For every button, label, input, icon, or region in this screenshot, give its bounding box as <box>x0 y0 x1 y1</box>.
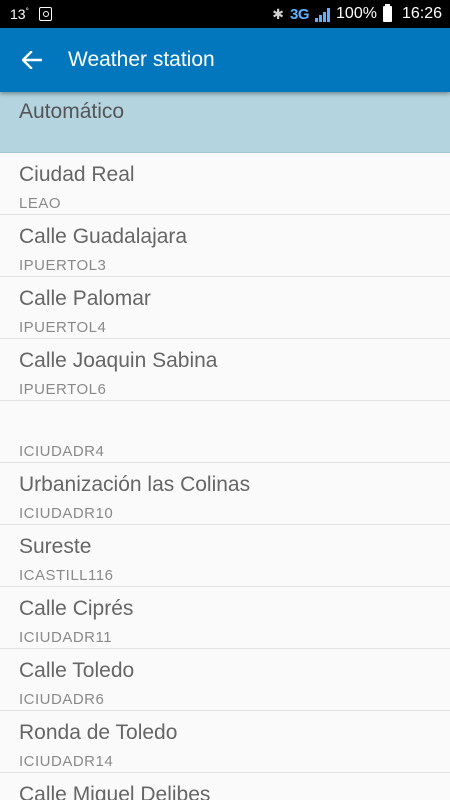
station-code: IPUERTOL6 <box>19 381 107 398</box>
arrow-back-icon <box>22 51 42 69</box>
list-item[interactable]: Calle Joaquin Sabina IPUERTOL6 <box>0 339 450 401</box>
bluetooth-icon: ✱ <box>272 5 285 22</box>
temperature-value: 13 <box>10 6 26 22</box>
network-type: 3G <box>290 5 310 23</box>
station-name <box>19 409 450 437</box>
automatic-option[interactable]: Automático <box>0 92 450 153</box>
station-code: IPUERTOL3 <box>19 257 107 274</box>
station-code: IPUERTOL4 <box>19 319 107 336</box>
list-item[interactable]: ICIUDADR4 <box>0 401 450 463</box>
list-item[interactable]: Urbanización las Colinas ICIUDADR10 <box>0 463 450 525</box>
app-bar: Weather station <box>0 28 450 92</box>
station-name: Sureste <box>19 535 92 558</box>
list-item[interactable]: Sureste ICASTILL116 <box>0 525 450 587</box>
list-item[interactable]: Calle Palomar IPUERTOL4 <box>0 277 450 339</box>
list-item[interactable]: Calle Miguel Delibes <box>0 773 450 800</box>
battery-percentage: 100% <box>336 5 377 22</box>
clock: 16:26 <box>401 5 442 22</box>
signal-icon <box>315 6 331 22</box>
station-code: ICIUDADR11 <box>19 629 113 646</box>
station-name: Calle Palomar <box>19 287 151 310</box>
back-button[interactable] <box>0 28 64 92</box>
temperature-indicator: 13° <box>10 6 29 22</box>
station-name: Calle Joaquin Sabina <box>19 349 218 372</box>
station-name: Ronda de Toledo <box>19 721 178 744</box>
station-code: ICIUDADR4 <box>19 443 105 460</box>
station-list: Automático Ciudad Real LEAO Calle Guadalaj… <box>0 92 450 800</box>
station-code: ICIUDADR14 <box>19 753 114 770</box>
station-name: Calle Toledo <box>19 659 135 682</box>
station-name: Calle Miguel Delibes <box>19 783 211 800</box>
station-name: Calle Guadalajara <box>19 225 188 248</box>
station-code: ICASTILL116 <box>19 567 114 584</box>
battery-icon <box>382 4 392 22</box>
degree-symbol: ° <box>25 6 29 16</box>
station-name: Urbanización las Colinas <box>19 473 251 496</box>
station-code: LEAO <box>19 195 62 212</box>
station-name: Ciudad Real <box>19 163 135 186</box>
station-name: Calle Ciprés <box>19 597 134 620</box>
page-title: Weather station <box>68 48 215 71</box>
station-code: ICIUDADR6 <box>19 691 105 708</box>
list-item[interactable]: Calle Ciprés ICIUDADR11 <box>0 587 450 649</box>
station-items: Ciudad Real LEAO Calle Guadalajara IPUERTOL… <box>0 153 450 800</box>
status-bar: 13° ✱ 3G 100% 16:26 <box>0 0 450 28</box>
list-item[interactable]: Ciudad Real LEAO <box>0 153 450 215</box>
station-code: ICIUDADR10 <box>19 505 114 522</box>
list-item[interactable]: Ronda de Toledo ICIUDADR14 <box>0 711 450 773</box>
notification-icon <box>38 7 52 21</box>
list-item[interactable]: Calle Toledo ICIUDADR6 <box>0 649 450 711</box>
list-item[interactable]: Calle Guadalajara IPUERTOL3 <box>0 215 450 277</box>
